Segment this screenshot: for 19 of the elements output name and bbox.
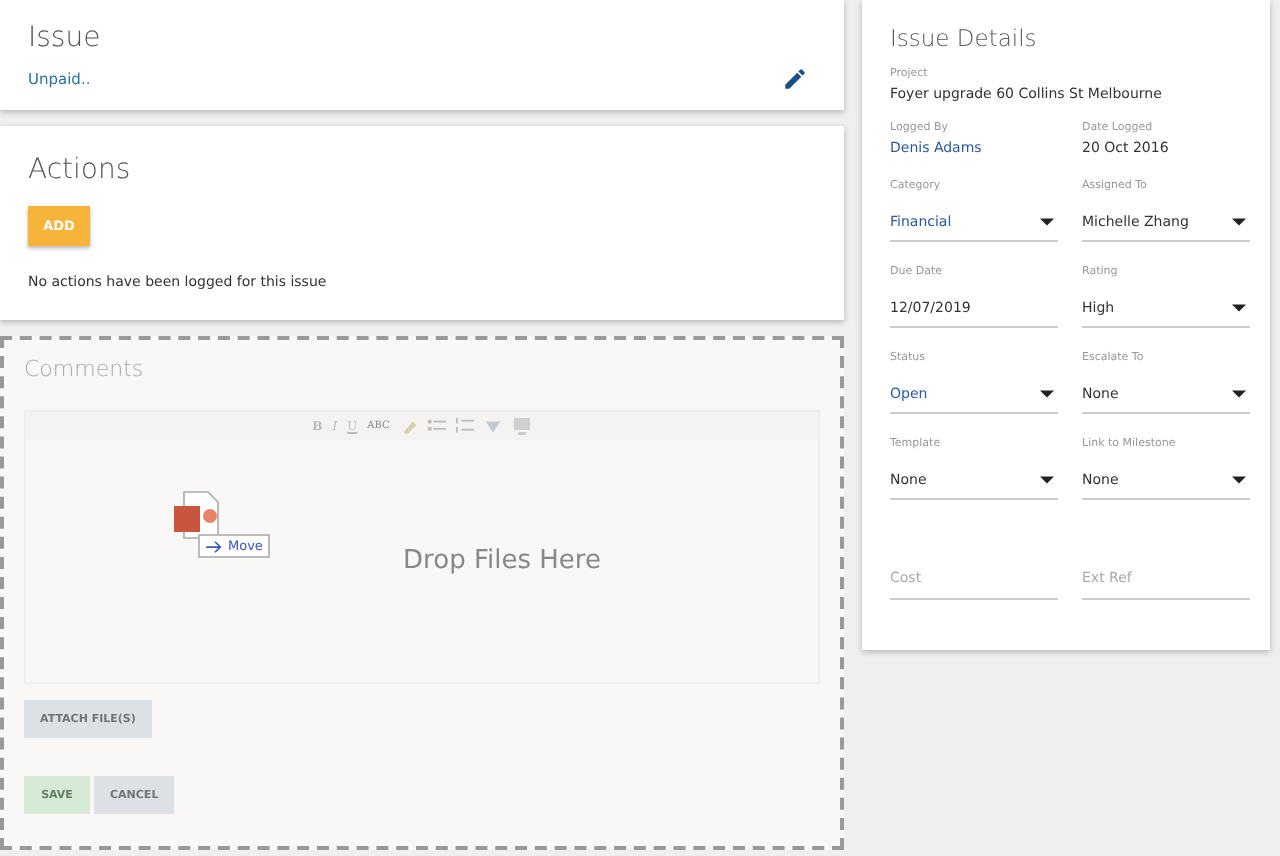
card-title: Actions xyxy=(28,154,131,186)
bullet-list-icon[interactable] xyxy=(427,417,446,435)
card-title: Issue xyxy=(28,22,103,54)
card-title: Comments xyxy=(24,356,146,382)
image-icon[interactable] xyxy=(511,416,532,436)
caret-icon xyxy=(1232,217,1246,225)
caret-icon xyxy=(1040,217,1054,225)
arrow-icon xyxy=(206,539,224,553)
eraser-icon[interactable] xyxy=(399,417,418,435)
caret-icon xyxy=(1232,303,1246,311)
presentation-file-icon xyxy=(174,490,222,542)
caret-icon xyxy=(1232,389,1246,397)
caret-icon xyxy=(1040,389,1054,397)
caret-icon xyxy=(1040,475,1054,483)
caret-icon xyxy=(1232,475,1246,483)
numbered-list-icon[interactable] xyxy=(455,417,474,435)
drop-hint: Drop Files Here xyxy=(403,546,601,576)
pencil-icon[interactable] xyxy=(782,66,808,92)
card-title: Issue Details xyxy=(890,24,1039,52)
